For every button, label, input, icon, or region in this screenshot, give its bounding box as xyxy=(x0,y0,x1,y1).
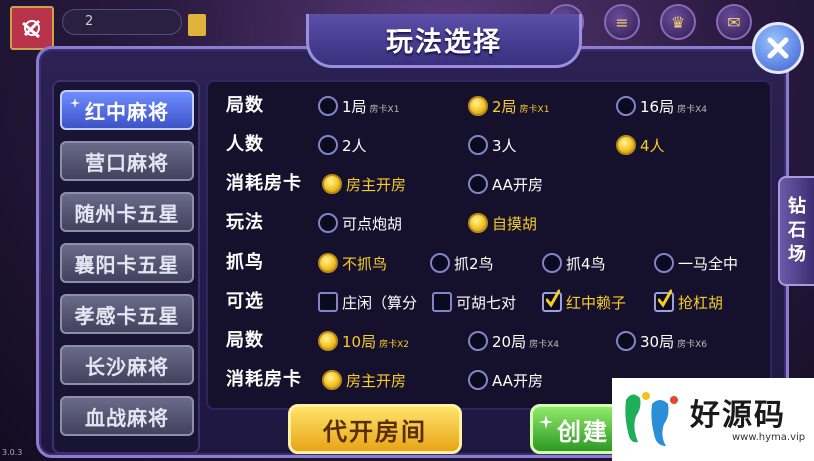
radio-button[interactable] xyxy=(468,174,488,194)
sparkle-icon xyxy=(70,98,80,108)
menu-item-hongzhong[interactable]: 红中麻将 xyxy=(60,90,194,130)
radio-button[interactable] xyxy=(318,213,338,233)
options-panel xyxy=(206,80,772,410)
option-aa-pays-2[interactable]: AA开房 xyxy=(468,368,543,392)
radio-button[interactable] xyxy=(654,253,674,273)
radio-button-selected[interactable] xyxy=(322,370,342,390)
option-30-rounds[interactable]: 30局 房卡X6 xyxy=(616,329,707,353)
option-4-players[interactable]: 4人 xyxy=(616,133,665,157)
menu-item-xuezhan[interactable]: 血战麻将 xyxy=(60,396,194,436)
player-name: 2 xyxy=(62,9,182,35)
radio-button[interactable] xyxy=(318,135,338,155)
menu-item-yingkou[interactable]: 营口麻将 xyxy=(60,141,194,181)
checkbox[interactable] xyxy=(318,292,338,312)
proxy-open-room-button[interactable]: 代开房间 xyxy=(288,404,462,454)
option-10-rounds[interactable]: 10局 房卡X2 xyxy=(318,329,409,353)
radio-button[interactable] xyxy=(616,96,636,116)
option-row-bird: 抓鸟 不抓鸟 抓2鸟 抓4鸟 一马全中 xyxy=(226,251,739,275)
room-card-icon xyxy=(188,14,206,36)
radio-button[interactable] xyxy=(542,253,562,273)
share-icon[interactable]: ✉ xyxy=(716,4,752,40)
option-banker-score[interactable]: 庄闲（算分 xyxy=(318,290,417,314)
option-row-play-style: 玩法 可点炮胡 自摸胡 xyxy=(226,211,538,235)
option-zimo[interactable]: 自摸胡 xyxy=(468,211,537,235)
option-hongzhong-wild[interactable]: 红中赖子 xyxy=(542,289,626,314)
radio-button[interactable] xyxy=(468,135,488,155)
diamond-room-label: 钻石场 xyxy=(788,196,806,265)
menu-icon[interactable]: ≡ xyxy=(604,4,640,40)
close-button[interactable] xyxy=(752,22,804,74)
game-type-menu: 红中麻将 营口麻将 随州卡五星 襄阳卡五星 孝感卡五星 长沙麻将 血战麻将 xyxy=(52,80,200,454)
option-16-rounds[interactable]: 16局 房卡X4 xyxy=(616,94,707,118)
radio-button-selected[interactable] xyxy=(616,135,636,155)
radio-button[interactable] xyxy=(468,370,488,390)
avatar[interactable] xyxy=(10,6,54,50)
radio-button-selected[interactable] xyxy=(322,174,342,194)
option-row-rounds: 局数 1局 房卡X1 2局 房卡X1 16局 房卡X4 xyxy=(226,94,707,118)
option-1-round[interactable]: 1局 房卡X1 xyxy=(318,94,399,118)
radio-button[interactable] xyxy=(616,331,636,351)
radio-button[interactable] xyxy=(318,96,338,116)
menu-item-changsha[interactable]: 长沙麻将 xyxy=(60,345,194,385)
menu-item-xiaogan[interactable]: 孝感卡五星 xyxy=(60,294,194,334)
option-one-horse[interactable]: 一马全中 xyxy=(654,251,738,275)
close-icon xyxy=(767,37,789,59)
option-host-pays[interactable]: 房主开房 xyxy=(322,172,406,196)
radio-button-selected[interactable] xyxy=(318,331,338,351)
version-text: 3.0.3 xyxy=(2,448,23,457)
checkmark-icon xyxy=(658,289,672,308)
menu-item-xiangyang[interactable]: 襄阳卡五星 xyxy=(60,243,194,283)
diamond-room-tab[interactable]: 钻石场 xyxy=(778,176,814,286)
option-2-players[interactable]: 2人 xyxy=(318,133,367,157)
radio-button[interactable] xyxy=(468,331,488,351)
checkbox[interactable] xyxy=(432,292,452,312)
dialog-title: 玩法选择 xyxy=(386,27,502,58)
checkbox-checked[interactable] xyxy=(542,289,562,312)
radio-button[interactable] xyxy=(430,253,450,273)
radio-button-selected[interactable] xyxy=(468,213,488,233)
radio-button-selected[interactable] xyxy=(468,96,488,116)
option-row-card-cost: 消耗房卡 房主开房 AA开房 xyxy=(226,172,543,196)
option-4-birds[interactable]: 抓4鸟 xyxy=(542,251,606,275)
option-row-players: 人数 2人 3人 4人 xyxy=(226,133,665,157)
option-no-bird[interactable]: 不抓鸟 xyxy=(318,251,387,275)
watermark-text: 好源码 xyxy=(690,398,786,433)
watermark: 好源码 www.hyma.vip xyxy=(612,378,814,461)
option-seven-pairs[interactable]: 可胡七对 xyxy=(432,290,516,314)
radio-button-selected[interactable] xyxy=(318,253,338,273)
trophy-icon[interactable]: ♛ xyxy=(660,4,696,40)
dialog-title-bar: 玩法选择 xyxy=(306,14,582,68)
option-3-players[interactable]: 3人 xyxy=(468,133,517,157)
option-row-extras: 可选 庄闲（算分 可胡七对 红中赖子 抢杠胡 xyxy=(226,289,724,314)
option-host-pays-2[interactable]: 房主开房 xyxy=(322,368,406,392)
option-2-rounds[interactable]: 2局 房卡X1 xyxy=(468,94,549,118)
watermark-logo-icon xyxy=(625,392,678,446)
menu-item-suizhou[interactable]: 随州卡五星 xyxy=(60,192,194,232)
option-aa-pays[interactable]: AA开房 xyxy=(468,172,543,196)
option-row-rounds-2: 局数 10局 房卡X2 20局 房卡X4 30局 房卡X6 xyxy=(226,329,707,353)
option-20-rounds[interactable]: 20局 房卡X4 xyxy=(468,329,559,353)
option-2-birds[interactable]: 抓2鸟 xyxy=(430,251,494,275)
option-dianpao[interactable]: 可点炮胡 xyxy=(318,211,402,235)
watermark-url: www.hyma.vip xyxy=(732,432,806,443)
option-rob-kong[interactable]: 抢杠胡 xyxy=(654,289,723,314)
checkmark-icon xyxy=(546,289,560,308)
sparkle-icon xyxy=(539,415,553,429)
checkbox-checked[interactable] xyxy=(654,289,674,312)
